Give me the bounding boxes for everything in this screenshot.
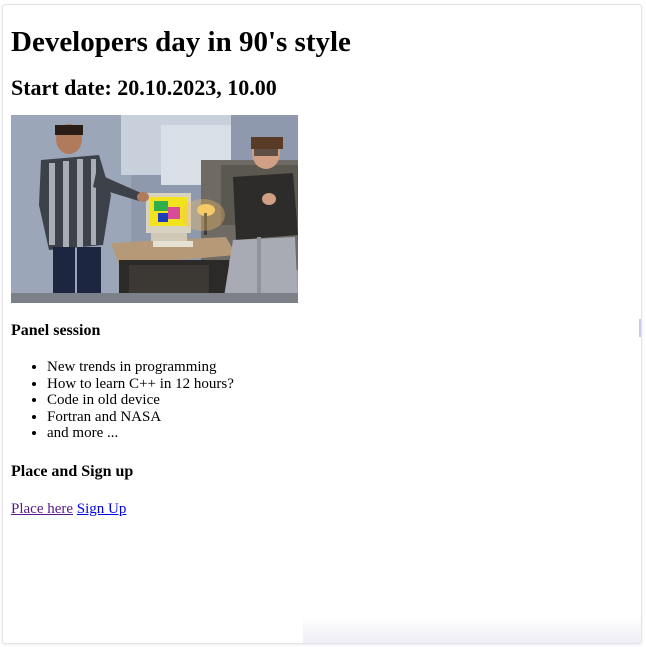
place-signup-heading: Place and Sign up (11, 462, 134, 480)
scrollbar[interactable] (639, 319, 641, 337)
list-item: Code in old device (47, 392, 633, 409)
page-content: Developers day in 90's style Start date:… (3, 25, 641, 518)
page-title: Developers day in 90's style (11, 26, 351, 58)
list-item: and more ... (47, 425, 633, 442)
panel-session-list: New trends in programming How to learn C… (11, 359, 633, 442)
browser-viewport: Developers day in 90's style Start date:… (2, 4, 642, 644)
place-here-link[interactable]: Place here (11, 501, 73, 517)
list-item: New trends in programming (47, 359, 633, 376)
panel-session-heading: Panel session (11, 322, 101, 339)
list-item: How to learn C++ in 12 hours? (47, 376, 633, 393)
list-item: Fortran and NASA (47, 409, 633, 426)
sign-up-link[interactable]: Sign Up (77, 501, 127, 517)
bottom-shadow (303, 617, 641, 643)
start-date-heading: Start date: 20.10.2023, 10.00 (11, 75, 277, 100)
signup-links: Place here Sign Up (11, 500, 633, 518)
dancing-developers-photo (11, 115, 298, 303)
